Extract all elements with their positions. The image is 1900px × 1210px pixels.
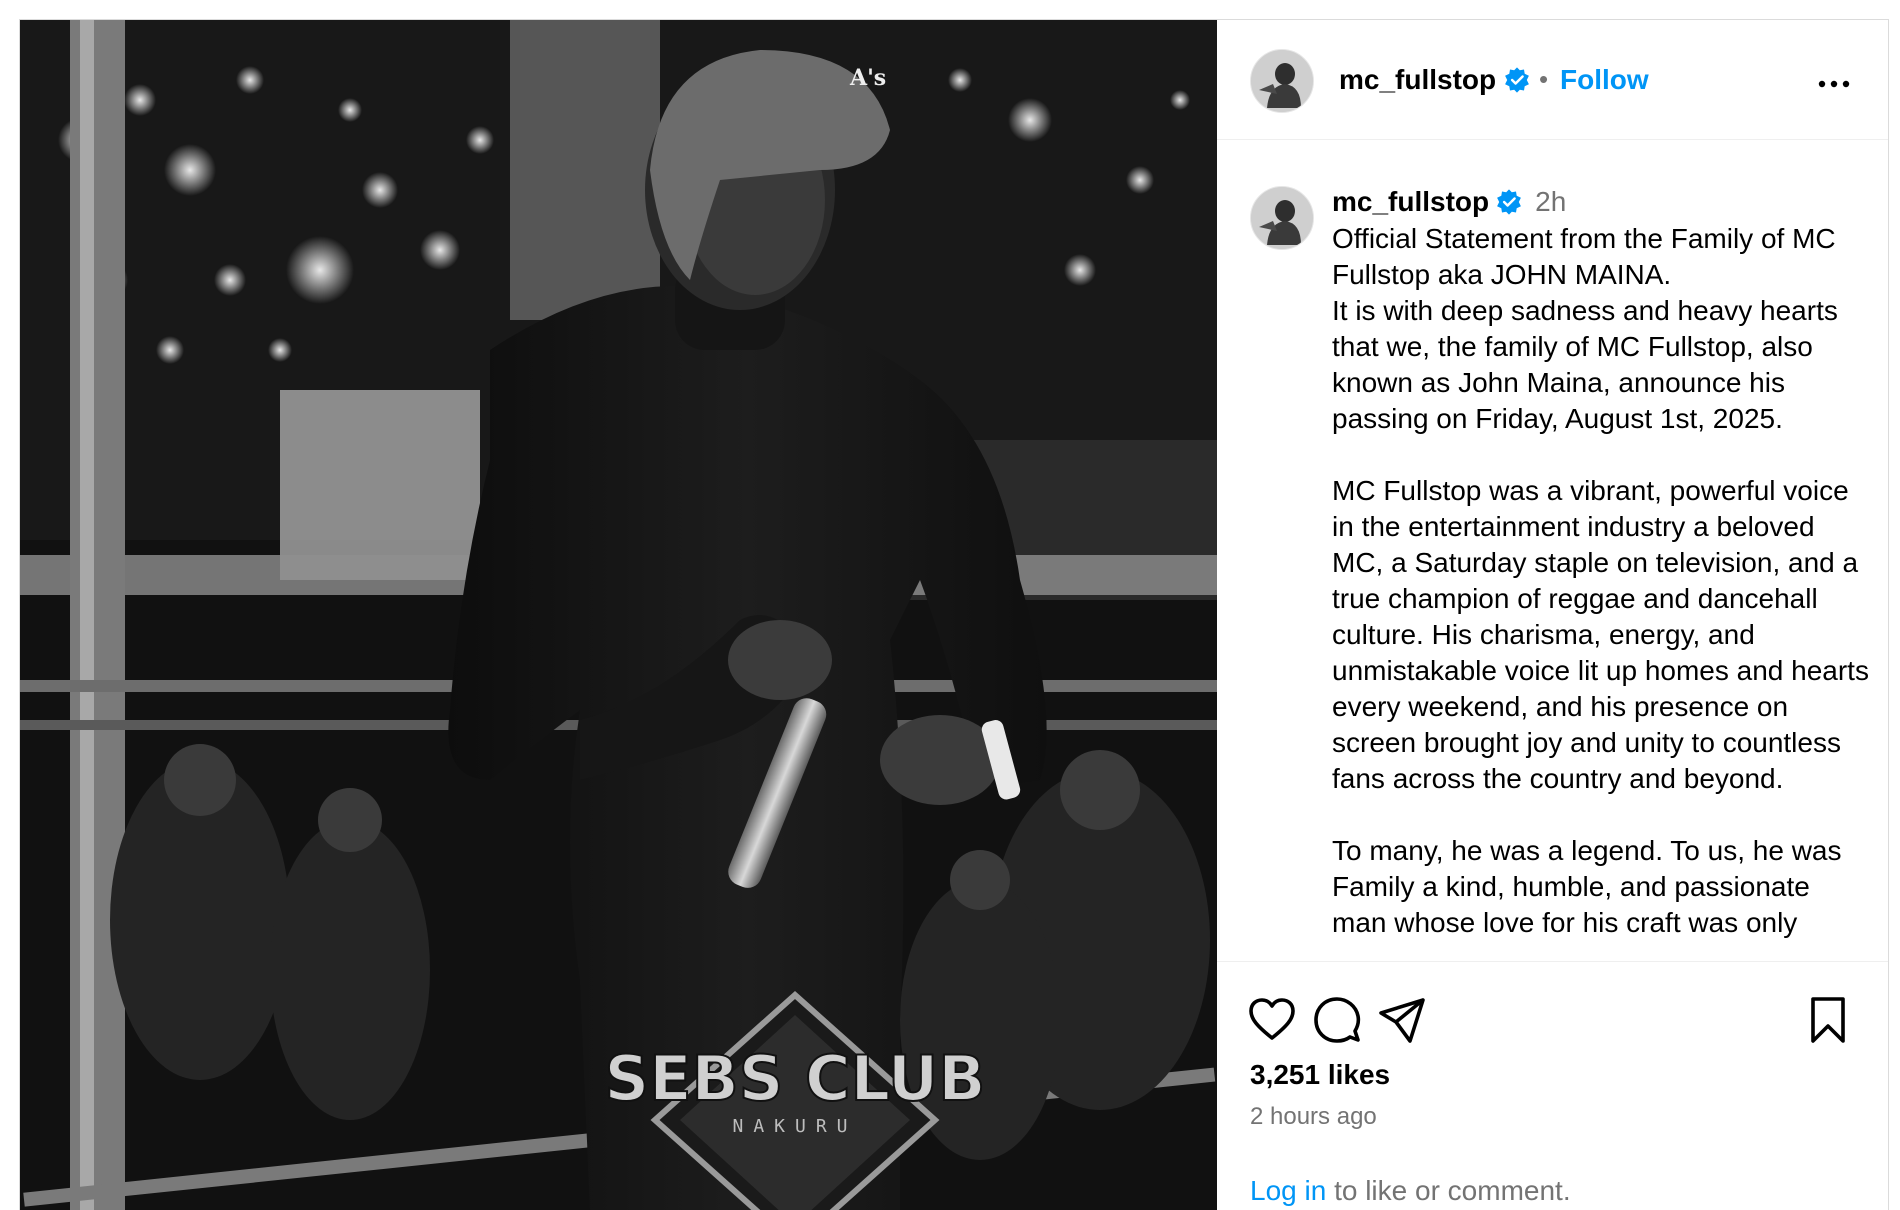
bookmark-icon[interactable]: [1803, 995, 1853, 1045]
caption-text: Official Statement from the Family of MC…: [1332, 221, 1872, 941]
follow-button[interactable]: Follow: [1560, 64, 1649, 96]
header-username[interactable]: mc_fullstop: [1339, 64, 1496, 96]
post-side-panel: mc_fullstop • Follow mc_fullstop 2h Offi…: [1217, 20, 1888, 1210]
caption-header: mc_fullstop 2h: [1332, 186, 1566, 218]
caption-username[interactable]: mc_fullstop: [1332, 186, 1489, 217]
login-prompt-text: to like or comment.: [1326, 1175, 1571, 1206]
post-timestamp[interactable]: 2 hours ago: [1250, 1103, 1377, 1131]
heart-icon[interactable]: [1247, 995, 1297, 1045]
post-header: mc_fullstop • Follow: [1217, 20, 1888, 140]
verified-badge-icon: [1505, 67, 1529, 93]
post-actions: 3,251 likes 2 hours ago Log in to like o…: [1217, 962, 1888, 1210]
caption-avatar-image: [1251, 187, 1313, 249]
login-prompt: Log in to like or comment.: [1250, 1175, 1571, 1207]
login-link[interactable]: Log in: [1250, 1175, 1326, 1206]
caption-paragraph: It is with deep sadness and heavy hearts…: [1332, 295, 1838, 434]
post-photo-image: A's SEBS CLUB NAKURU: [20, 20, 1217, 1210]
watermark-subtext: NAKURU: [732, 1116, 857, 1137]
svg-text:A's: A's: [849, 65, 886, 91]
caption-paragraph: MC Fullstop was a vibrant, powerful voic…: [1332, 475, 1869, 794]
paper-plane-icon[interactable]: [1377, 995, 1427, 1045]
caption-timestamp[interactable]: 2h: [1535, 186, 1566, 217]
watermark-text: SEBS CLUB: [605, 1042, 986, 1115]
caption-paragraph: Official Statement from the Family of MC…: [1332, 223, 1836, 290]
avatar[interactable]: [1250, 49, 1314, 113]
more-options-icon[interactable]: [1814, 68, 1854, 100]
verified-badge-icon: [1497, 189, 1522, 215]
comment-bubble-icon[interactable]: [1312, 995, 1362, 1045]
avatar-image: [1251, 50, 1313, 112]
header-separator: •: [1539, 64, 1549, 94]
caption-paragraph: To many, he was a legend. To us, he was …: [1332, 835, 1842, 938]
likes-count[interactable]: 3,251 likes: [1250, 1059, 1390, 1091]
caption-area[interactable]: mc_fullstop 2h Official Statement from t…: [1217, 140, 1888, 962]
caption-avatar[interactable]: [1250, 186, 1314, 250]
post-photo[interactable]: A's SEBS CLUB NAKURU: [20, 20, 1217, 1210]
